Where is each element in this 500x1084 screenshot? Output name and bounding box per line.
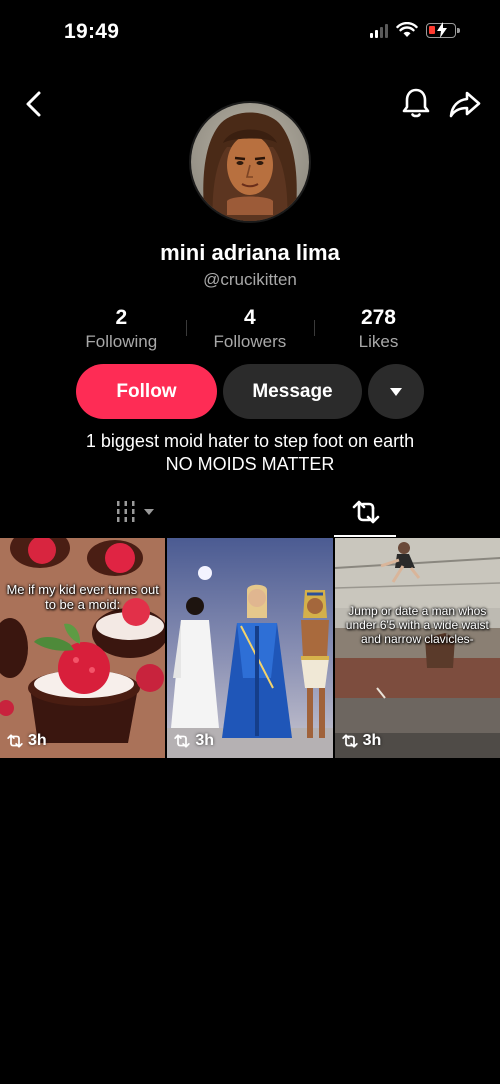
- username: @crucikitten: [203, 270, 297, 289]
- repost-icon: [174, 734, 191, 748]
- video-meta: 3h: [173, 732, 214, 750]
- video-thumbnail: [334, 538, 500, 758]
- stat-divider: [314, 320, 315, 336]
- stat-following[interactable]: 2 Following: [57, 306, 186, 352]
- stat-label: Followers: [213, 332, 287, 351]
- video-caption: Jump or date a man whos under 6'5 with a…: [345, 604, 489, 646]
- share-icon[interactable]: [448, 88, 482, 120]
- cellular-signal-icon: [370, 23, 388, 38]
- profile-stats: 2 Following 4 Followers 278 Likes: [57, 306, 443, 352]
- back-arrow-icon[interactable]: [20, 88, 50, 120]
- stat-value: 278: [360, 306, 396, 329]
- video-thumbnail: [167, 538, 333, 758]
- follow-button[interactable]: Follow: [76, 364, 217, 419]
- video-grid: Me if my kid ever turns out to be a moid…: [0, 538, 500, 758]
- active-tab-indicator: [334, 535, 396, 537]
- status-time: 19:49: [64, 20, 120, 43]
- bio-line: NO MOIDS MATTER: [165, 454, 335, 474]
- grid-icon: [117, 501, 135, 522]
- video-tile[interactable]: 3h: [167, 538, 333, 758]
- video-time: 3h: [195, 732, 214, 749]
- video-time: 3h: [28, 732, 47, 749]
- avatar[interactable]: [189, 101, 311, 223]
- display-name: mini adriana lima: [160, 240, 340, 265]
- stat-label: Likes: [358, 332, 399, 351]
- stat-value: 2: [115, 306, 128, 329]
- video-tile[interactable]: Me if my kid ever turns out to be a moid…: [0, 538, 166, 758]
- caret-down-icon: [390, 387, 402, 396]
- caret-down-icon: [144, 509, 154, 515]
- tab-videos[interactable]: [115, 498, 159, 526]
- status-bar: 19:49: [0, 0, 500, 62]
- bio: 1 biggest moid hater to step foot on ear…: [0, 430, 500, 476]
- stat-value: 4: [244, 306, 256, 329]
- stat-likes: 278 Likes: [314, 306, 443, 352]
- status-icons: [370, 21, 460, 38]
- video-tile[interactable]: Jump or date a man whos under 6'5 with a…: [334, 538, 500, 758]
- video-thumbnail: [0, 538, 166, 758]
- suggested-accounts-button[interactable]: [368, 364, 424, 419]
- video-meta: 3h: [6, 732, 47, 750]
- repost-icon: [7, 734, 23, 748]
- stat-divider: [186, 320, 187, 336]
- wifi-icon: [396, 22, 418, 37]
- stat-followers[interactable]: 4 Followers: [186, 306, 315, 352]
- bio-line: 1 biggest moid hater to step foot on ear…: [85, 431, 415, 451]
- repost-icon[interactable]: [351, 498, 381, 526]
- message-button[interactable]: Message: [223, 364, 362, 419]
- stat-label: Following: [85, 332, 158, 351]
- bell-icon[interactable]: [400, 86, 432, 120]
- repost-icon: [341, 734, 358, 748]
- video-meta: 3h: [341, 732, 382, 750]
- video-time: 3h: [362, 732, 382, 749]
- battery-icon: [426, 21, 460, 38]
- video-caption: Me if my kid ever turns out to be a moid…: [6, 582, 159, 612]
